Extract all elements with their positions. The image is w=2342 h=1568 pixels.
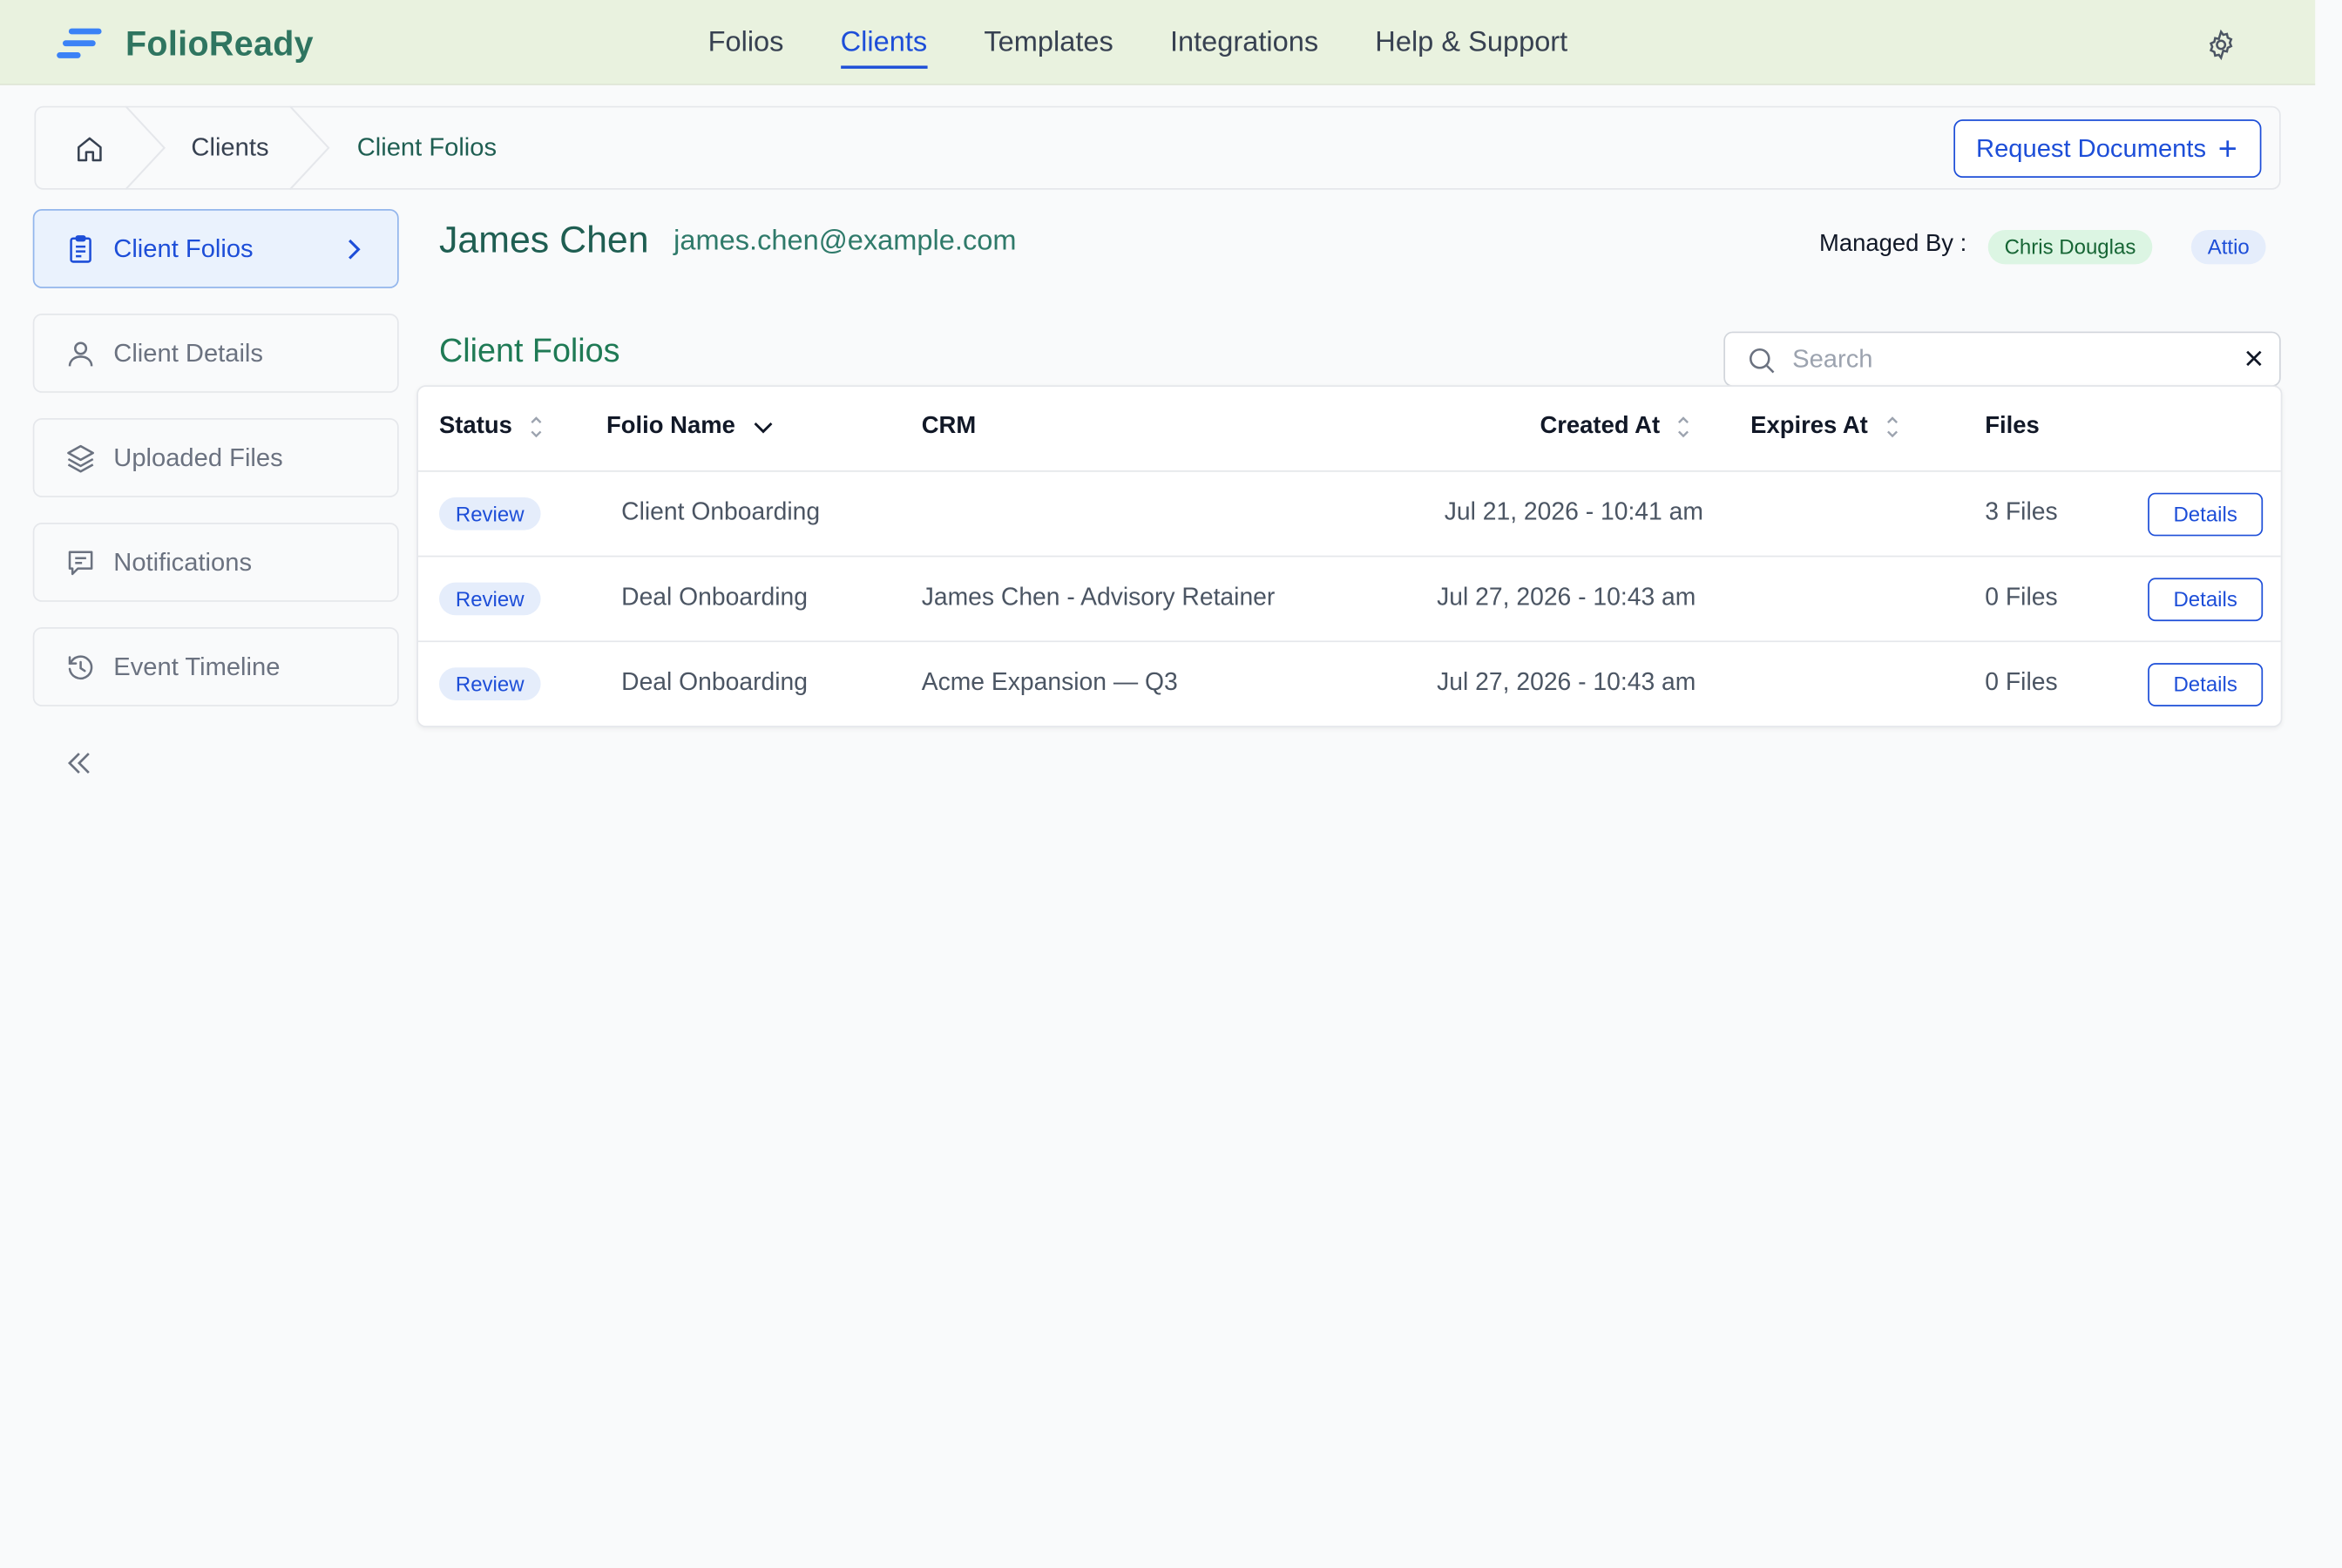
sort-icon [1886, 416, 1898, 438]
column-label: Folio Name [606, 413, 735, 440]
request-documents-label: Request Documents [1976, 133, 2207, 163]
crm-badge: Attio [2190, 230, 2266, 265]
breadcrumb-clients[interactable]: Clients [191, 107, 268, 188]
breadcrumb: Clients Client Folios Request Documents … [34, 105, 2281, 190]
section-title: Client Folios [439, 331, 620, 369]
plus-icon: + [2217, 129, 2237, 167]
top-navbar: FolioReady Folios Clients Templates Inte… [0, 0, 2316, 85]
created-at: Jul 21, 2026 - 10:41 am [1444, 498, 1703, 526]
manager-badge: Chris Douglas [1987, 230, 2153, 265]
column-header-folio-name[interactable]: Folio Name [606, 414, 777, 441]
chevron-right-icon [349, 239, 361, 260]
sidebar-item-uploaded-files[interactable]: Uploaded Files [32, 418, 399, 497]
chevron-down-icon [754, 422, 773, 434]
close-icon[interactable] [2242, 347, 2265, 370]
nav-help-support[interactable]: Help & Support [1375, 0, 1567, 85]
table-header: Status Folio Name CRM Created At Expires… [418, 387, 2281, 472]
search-input[interactable] [1792, 339, 2226, 382]
files-count: 3 Files [1985, 498, 2058, 526]
home-icon[interactable] [73, 133, 106, 166]
double-chevron-left-icon[interactable] [63, 747, 96, 780]
status-badge: Review [439, 497, 541, 531]
folio-name: Client Onboarding [621, 498, 821, 526]
client-email[interactable]: james.chen@example.com [673, 226, 1016, 259]
nav-integrations[interactable]: Integrations [1170, 0, 1318, 85]
gear-icon[interactable] [2204, 29, 2237, 62]
column-label: Files [1985, 413, 2040, 440]
message-icon [68, 550, 93, 575]
main-nav: Folios Clients Templates Integrations He… [708, 0, 1625, 85]
folio-name: Deal Onboarding [621, 584, 809, 612]
history-icon [68, 654, 93, 679]
breadcrumb-separator [125, 105, 166, 190]
layers-icon [67, 444, 94, 472]
column-label: Status [439, 413, 512, 440]
column-header-expires-at[interactable]: Expires At [1750, 414, 1900, 441]
search-icon [1749, 348, 1775, 374]
logo-icon [57, 27, 102, 60]
sort-icon [1678, 416, 1689, 438]
status-badge: Review [439, 582, 541, 616]
sidebar-item-label: Uploaded Files [113, 443, 283, 471]
crm-value: James Chen - Advisory Retainer [921, 584, 1276, 612]
search-box [1723, 331, 2281, 388]
sidebar-item-client-details[interactable]: Client Details [32, 314, 399, 393]
sidebar-item-label: Notifications [113, 547, 253, 576]
folios-table: Status Folio Name CRM Created At Expires… [416, 385, 2283, 727]
request-documents-button[interactable]: Request Documents + [1953, 119, 2262, 179]
column-label: Expires At [1750, 413, 1868, 440]
managed-by-label: Managed By : [1819, 231, 1967, 257]
column-header-created-at[interactable]: Created At [1540, 414, 1692, 441]
nav-folios[interactable]: Folios [708, 0, 784, 85]
status-badge: Review [439, 667, 541, 701]
logo[interactable]: FolioReady [57, 21, 314, 65]
sidebar-item-label: Client Folios [113, 233, 254, 262]
sidebar-item-notifications[interactable]: Notifications [32, 523, 399, 602]
nav-templates[interactable]: Templates [984, 0, 1113, 85]
breadcrumb-separator [288, 105, 330, 190]
files-count: 0 Files [1985, 669, 2058, 696]
nav-clients[interactable]: Clients [840, 0, 928, 85]
user-icon [68, 341, 93, 366]
column-header-crm: CRM [922, 414, 976, 441]
breadcrumb-client-folios: Client Folios [356, 132, 498, 162]
folio-name: Deal Onboarding [621, 669, 809, 696]
column-header-status[interactable]: Status [439, 414, 545, 441]
column-header-files: Files [1985, 414, 2040, 441]
created-at: Jul 27, 2026 - 10:43 am [1437, 669, 1696, 696]
sidebar-item-label: Event Timeline [113, 652, 281, 680]
column-label: CRM [921, 413, 977, 440]
sidebar-item-label: Client Details [113, 338, 263, 367]
app-name: FolioReady [125, 23, 314, 63]
sidebar-item-event-timeline[interactable]: Event Timeline [32, 627, 399, 706]
table-row: Review Client Onboarding Jul 21, 2026 - … [418, 472, 2281, 558]
details-button[interactable]: Details [2148, 492, 2264, 537]
sidebar-item-client-folios[interactable]: Client Folios [32, 209, 399, 288]
crm-value: Acme Expansion — Q3 [921, 669, 1178, 696]
table-row: Review Deal Onboarding James Chen - Advi… [418, 557, 2281, 643]
details-button[interactable]: Details [2148, 578, 2264, 622]
details-button[interactable]: Details [2148, 663, 2264, 706]
column-label: Created At [1540, 413, 1661, 440]
client-name: James Chen [439, 220, 649, 262]
created-at: Jul 27, 2026 - 10:43 am [1437, 584, 1696, 612]
table-row: Review Deal Onboarding Acme Expansion — … [418, 642, 2281, 727]
sort-icon [531, 416, 542, 438]
clipboard-icon [70, 234, 91, 262]
files-count: 0 Files [1985, 584, 2058, 612]
